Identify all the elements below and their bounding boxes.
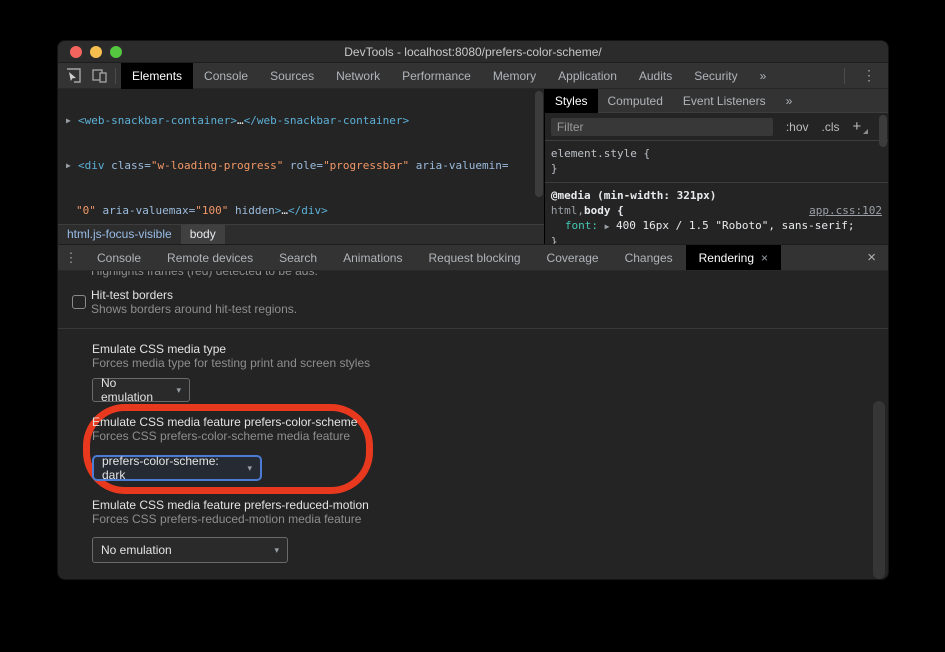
styles-filter-input[interactable] xyxy=(551,118,773,136)
devtools-window: DevTools - localhost:8080/prefers-color-… xyxy=(57,40,889,580)
styles-sidebar: Styles Computed Event Listeners » :hov .… xyxy=(545,89,888,244)
prefers-color-scheme-description: Forces CSS prefers-color-scheme media fe… xyxy=(92,429,350,443)
new-style-rule-button[interactable]: + xyxy=(853,118,869,135)
chevron-down-icon: ▾ xyxy=(168,385,181,396)
tab-console[interactable]: Console xyxy=(193,63,259,89)
breadcrumb-body[interactable]: body xyxy=(181,225,225,244)
drawer-tab-changes[interactable]: Changes xyxy=(612,245,686,270)
ads-highlight-description: Highlights frames (red) detected to be a… xyxy=(91,271,318,278)
main-toolbar: Elements Console Sources Network Perform… xyxy=(58,63,888,89)
drawer-menu-icon[interactable]: ⋮ xyxy=(58,245,84,270)
drawer-tab-animations[interactable]: Animations xyxy=(330,245,415,270)
drawer-tab-rendering[interactable]: Rendering × xyxy=(686,245,781,270)
elements-panel: ▶<web-snackbar-container>…</web-snackbar… xyxy=(58,89,888,244)
prefers-reduced-motion-title: Emulate CSS media feature prefers-reduce… xyxy=(92,498,369,512)
more-sidebar-tabs-button[interactable]: » xyxy=(776,89,803,113)
css-property-value[interactable]: 400 16px / 1.5 "Roboto", sans-serif; xyxy=(616,219,854,232)
dom-tree-pane: ▶<web-snackbar-container>…</web-snackbar… xyxy=(58,89,545,244)
toggle-hover-button[interactable]: :hov xyxy=(786,120,809,134)
stylesheet-link[interactable]: app.css:102 xyxy=(809,203,882,218)
css-property-name[interactable]: font: xyxy=(565,219,598,232)
tab-sources[interactable]: Sources xyxy=(259,63,325,89)
hit-test-borders-description: Shows borders around hit-test regions. xyxy=(91,302,297,316)
media-type-title: Emulate CSS media type xyxy=(92,342,226,356)
drawer-tab-bar: ⋮ Console Remote devices Search Animatio… xyxy=(58,244,888,271)
prefers-reduced-motion-description: Forces CSS prefers-reduced-motion media … xyxy=(92,512,361,526)
tab-styles[interactable]: Styles xyxy=(545,89,598,113)
dom-tree: ▶<web-snackbar-container>…</web-snackbar… xyxy=(58,89,544,224)
hit-test-borders-title: Hit-test borders xyxy=(91,288,173,302)
more-tabs-button[interactable]: » xyxy=(749,63,778,89)
tab-memory[interactable]: Memory xyxy=(482,63,547,89)
inspect-element-icon[interactable] xyxy=(62,66,84,86)
element-style-rule[interactable]: element.style { } xyxy=(545,141,888,183)
chevron-down-icon: ▾ xyxy=(266,545,279,556)
rendering-panel: Highlights frames (red) detected to be a… xyxy=(58,271,888,580)
tab-elements[interactable]: Elements xyxy=(121,63,193,89)
media-rule[interactable]: @media (min-width: 321px) html, body { a… xyxy=(545,183,888,244)
tab-security[interactable]: Security xyxy=(683,63,748,89)
chevron-down-icon: ▾ xyxy=(239,463,252,474)
device-toolbar-icon[interactable] xyxy=(88,66,110,86)
tab-performance[interactable]: Performance xyxy=(391,63,482,89)
styles-tab-bar: Styles Computed Event Listeners » xyxy=(545,89,888,113)
zoom-window-button[interactable] xyxy=(110,46,122,58)
section-divider xyxy=(58,328,888,329)
tab-network[interactable]: Network xyxy=(325,63,391,89)
devtools-menu-icon[interactable]: ⋮ xyxy=(850,67,888,84)
drawer-tab-coverage[interactable]: Coverage xyxy=(534,245,612,270)
drawer-tab-request-blocking[interactable]: Request blocking xyxy=(415,245,533,270)
twisty-icon[interactable]: ▶ xyxy=(66,158,78,173)
tab-audits[interactable]: Audits xyxy=(628,63,683,89)
styles-filter-row: :hov .cls + xyxy=(545,113,888,141)
hit-test-borders-checkbox[interactable] xyxy=(72,295,86,309)
close-window-button[interactable] xyxy=(70,46,82,58)
prefers-color-scheme-title: Emulate CSS media feature prefers-color-… xyxy=(92,415,357,429)
minimize-window-button[interactable] xyxy=(90,46,102,58)
drawer-tab-console[interactable]: Console xyxy=(84,245,154,270)
breadcrumb-html[interactable]: html.js-focus-visible xyxy=(58,225,181,244)
twisty-icon[interactable]: ▶ xyxy=(66,113,78,128)
tab-computed[interactable]: Computed xyxy=(598,89,673,113)
toggle-classes-button[interactable]: .cls xyxy=(822,120,840,134)
media-type-description: Forces media type for testing print and … xyxy=(92,356,370,370)
desktop-background: DevTools - localhost:8080/prefers-color-… xyxy=(0,0,945,652)
drawer-tab-search[interactable]: Search xyxy=(266,245,330,270)
toolbar-separator xyxy=(115,68,116,84)
media-query: @media (min-width: 321px) xyxy=(551,188,882,203)
titlebar[interactable]: DevTools - localhost:8080/prefers-color-… xyxy=(58,41,888,63)
dom-node-web-snackbar-container[interactable]: ▶<web-snackbar-container>…</web-snackbar… xyxy=(66,113,544,128)
toolbar-separator xyxy=(844,68,845,84)
breadcrumb: html.js-focus-visible body xyxy=(58,224,544,244)
styles-scrollbar[interactable] xyxy=(879,115,887,147)
dom-tree-scrollbar[interactable] xyxy=(535,91,543,197)
drawer-tab-remote-devices[interactable]: Remote devices xyxy=(154,245,266,270)
rendering-scrollbar[interactable] xyxy=(873,401,885,579)
dom-node-loading-progress-wrap[interactable]: "0" aria-valuemax="100" hidden>…</div> xyxy=(66,203,544,218)
prefers-reduced-motion-select[interactable]: No emulation ▾ xyxy=(92,537,288,563)
tab-event-listeners[interactable]: Event Listeners xyxy=(673,89,776,113)
window-title: DevTools - localhost:8080/prefers-color-… xyxy=(58,41,888,63)
prefers-color-scheme-select[interactable]: prefers-color-scheme: dark ▾ xyxy=(92,455,262,481)
close-rendering-tab-icon[interactable]: × xyxy=(761,251,768,265)
tab-application[interactable]: Application xyxy=(547,63,628,89)
dom-node-loading-progress[interactable]: ▶<div class="w-loading-progress" role="p… xyxy=(66,158,544,173)
close-drawer-icon[interactable]: × xyxy=(855,245,888,270)
twisty-icon[interactable]: ▶ xyxy=(605,222,610,231)
media-type-select[interactable]: No emulation ▾ xyxy=(92,378,190,402)
